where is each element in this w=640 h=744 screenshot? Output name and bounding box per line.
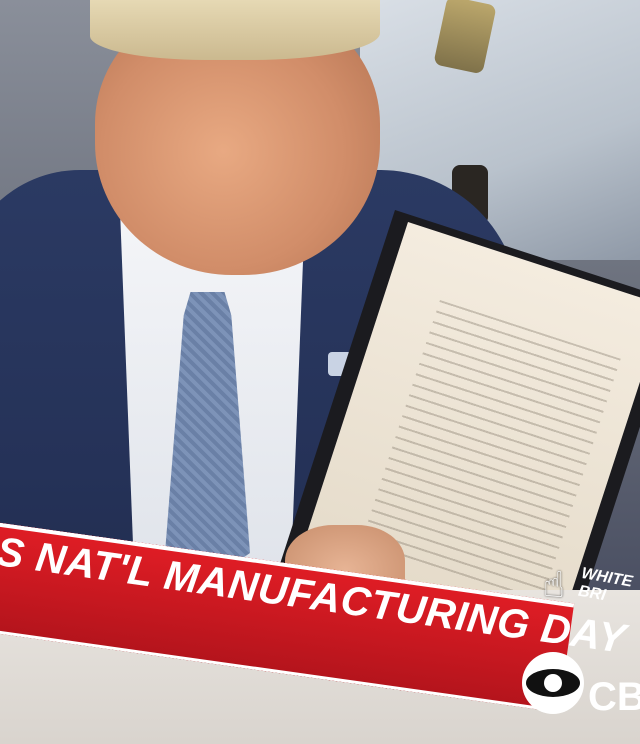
hair [90,0,380,60]
hand-pointer-icon: ☝ [543,565,565,606]
network-logo-text: CB [588,675,640,719]
scene: S NAT'L MANUFACTURING DAY WHITE BRI ☝ CB [0,0,640,744]
eye-logo-icon [522,652,584,714]
